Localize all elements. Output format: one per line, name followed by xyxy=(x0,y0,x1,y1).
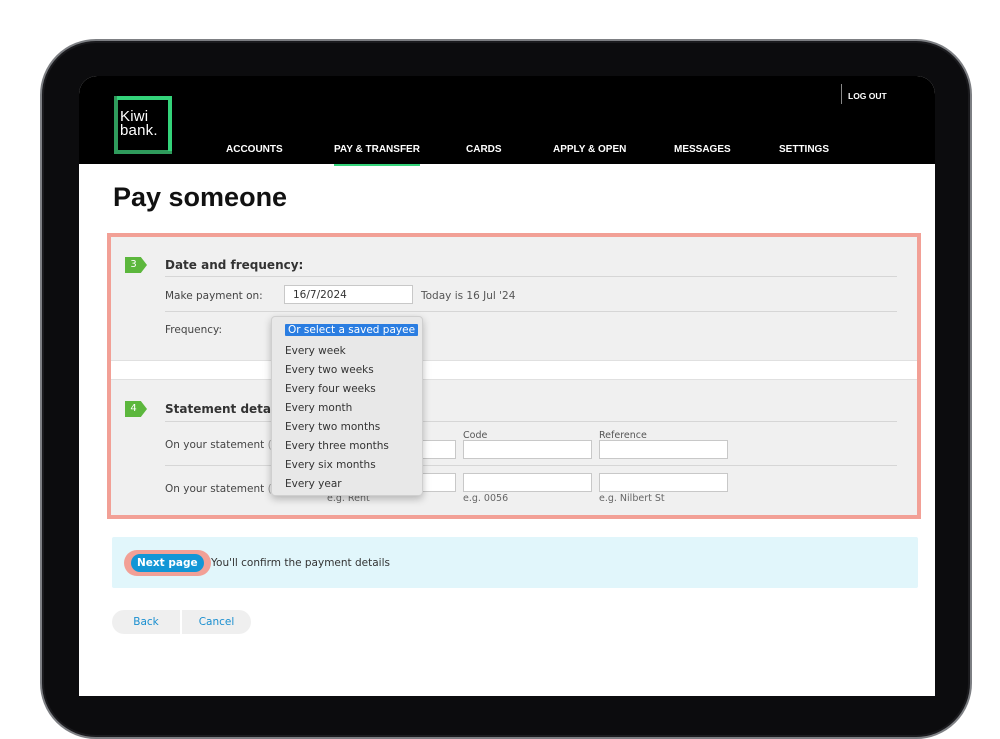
their-code-input[interactable] xyxy=(463,473,592,492)
nav-pay-transfer[interactable]: PAY & TRANSFER xyxy=(334,144,420,166)
step-4-badge: 4 xyxy=(125,401,147,417)
reference-hint: e.g. Nilbert St xyxy=(599,493,665,504)
back-button[interactable]: Back xyxy=(112,610,180,634)
main-nav: ACCOUNTS PAY & TRANSFER CARDS APPLY & OP… xyxy=(79,142,935,166)
your-statement-text: On your statement xyxy=(165,439,265,451)
nav-settings[interactable]: SETTINGS xyxy=(779,144,829,164)
your-reference-input[interactable] xyxy=(599,440,728,459)
frequency-label: Frequency: xyxy=(165,324,223,336)
section-separator xyxy=(111,360,917,380)
screen: Kiwi bank. LOG OUT ACCOUNTS PAY & TRANSF… xyxy=(79,76,935,696)
cancel-button[interactable]: Cancel xyxy=(182,610,251,634)
confirm-info-text: You'll confirm the payment details xyxy=(211,557,390,569)
frequency-option[interactable]: Or select a saved payee xyxy=(285,324,419,336)
payment-date-input[interactable] xyxy=(284,285,413,304)
next-step-bar: Next page You'll confirm the payment det… xyxy=(112,537,918,588)
frequency-option[interactable]: Every six months xyxy=(285,459,376,471)
step-3-badge: 3 xyxy=(125,257,147,273)
logout-divider xyxy=(841,84,842,104)
your-statement-label: On your statement (o xyxy=(165,439,278,451)
today-date-text: Today is 16 Jul '24 xyxy=(421,290,516,302)
make-payment-label: Make payment on: xyxy=(165,290,263,302)
section-date-frequency-title: Date and frequency: xyxy=(165,258,304,272)
divider xyxy=(165,276,897,277)
frequency-option[interactable]: Every week xyxy=(285,345,346,357)
frequency-option[interactable]: Every four weeks xyxy=(285,383,376,395)
frequency-dropdown-menu[interactable]: Or select a saved payee Every week Every… xyxy=(271,316,423,496)
logout-link[interactable]: LOG OUT xyxy=(848,91,887,101)
navigation-buttons: Back Cancel xyxy=(112,610,251,634)
next-page-button[interactable]: Next page xyxy=(124,550,211,576)
nav-apply-open[interactable]: APPLY & OPEN xyxy=(553,144,626,164)
nav-accounts[interactable]: ACCOUNTS xyxy=(226,144,283,164)
section-statement-details-title: Statement details xyxy=(165,402,287,416)
payment-form-highlighted: 3 Date and frequency: Make payment on: T… xyxy=(107,233,921,519)
code-hint: e.g. 0056 xyxy=(463,493,509,504)
page-title: Pay someone xyxy=(113,182,288,212)
nav-messages[interactable]: MESSAGES xyxy=(674,144,731,164)
their-statement-label: On your statement (o xyxy=(165,483,278,495)
frequency-option[interactable]: Every month xyxy=(285,402,352,414)
divider xyxy=(165,311,897,312)
nav-cards[interactable]: CARDS xyxy=(466,144,502,164)
frequency-option[interactable]: Every year xyxy=(285,478,342,490)
top-navigation-bar: Kiwi bank. LOG OUT ACCOUNTS PAY & TRANSF… xyxy=(79,76,935,166)
frequency-option[interactable]: Every three months xyxy=(285,440,389,452)
your-code-input[interactable] xyxy=(463,440,592,459)
their-statement-text: On your statement xyxy=(165,483,265,495)
frequency-option[interactable]: Every two weeks xyxy=(285,364,374,376)
logo-line-2: bank. xyxy=(120,122,158,139)
frequency-option[interactable]: Every two months xyxy=(285,421,380,433)
their-reference-input[interactable] xyxy=(599,473,728,492)
logo-text: Kiwi bank. xyxy=(120,109,158,139)
next-page-label: Next page xyxy=(131,554,204,572)
